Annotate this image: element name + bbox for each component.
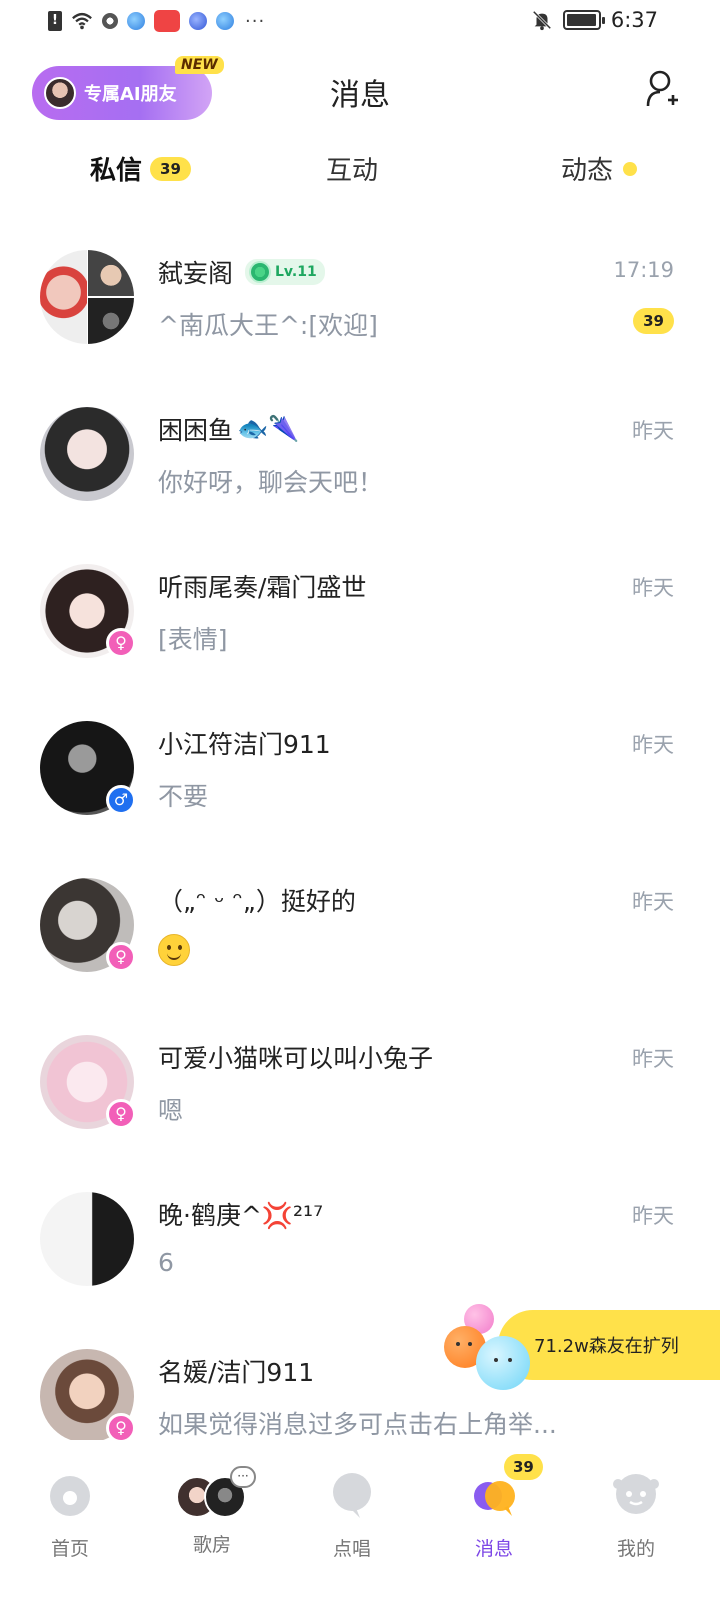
message-preview: ^南瓜大王^:[欢迎] (158, 311, 378, 340)
avatar (40, 1192, 134, 1286)
group-avatar (40, 250, 134, 344)
fish-umbrella-emoji: 🐟🌂 (237, 414, 300, 443)
nav-sing[interactable]: 点唱 (292, 1468, 412, 1561)
nav-label: 我的 (616, 1538, 655, 1560)
level-gem-icon (249, 261, 272, 283)
message-time: 昨天 (632, 890, 674, 914)
contact-name: （„ᵔ ᵕ ᵔ„）挺好的 (158, 887, 356, 916)
smile-emoji-icon (158, 934, 190, 966)
blob-eye (508, 1358, 512, 1362)
message-time: 17:19 (613, 258, 674, 282)
female-gender-icon: ♀ (106, 1099, 136, 1129)
message-preview: 嗯 (158, 1096, 184, 1125)
blob-eye (456, 1342, 460, 1346)
contact-name: 困困鱼 🐟🌂 (158, 411, 299, 447)
message-time: 昨天 (632, 419, 674, 443)
message-preview: 你好呀，聊会天吧！ (158, 468, 384, 497)
contact-name-text: 困困鱼 (158, 416, 234, 445)
nav-home[interactable]: 首页 (10, 1468, 130, 1561)
female-gender-icon: ♀ (106, 942, 136, 972)
messages-unread-badge: 39 (504, 1454, 543, 1480)
nav-me[interactable]: 我的 (576, 1468, 696, 1561)
battery-icon (562, 10, 605, 30)
tab-label: 动态 (561, 156, 614, 186)
header: 专属AI朋友 NEW 消息 (0, 56, 720, 126)
message-preview: [表情] (158, 625, 228, 654)
tab-label: 互动 (326, 156, 379, 186)
tab-interactions[interactable]: 互动 (326, 150, 378, 187)
contact-name: 弑妄阁 Lv.11 (158, 254, 325, 290)
message-preview: 如果觉得消息过多可点击右上角举... (158, 1410, 557, 1439)
message-time: 昨天 (632, 1047, 674, 1071)
nav-label: 首页 (50, 1538, 89, 1560)
status-icons-right: 6:37 (531, 8, 658, 32)
promo-text: 71.2w森友在扩列 (534, 1336, 679, 1357)
conversation-item[interactable]: 困困鱼 🐟🌂 你好呀，聊会天吧！ 昨天 (0, 397, 720, 553)
status-icons-left: ! ··· (48, 10, 265, 32)
contact-name: 听雨尾奏/霜门盛世 (158, 573, 367, 602)
new-activity-dot (623, 161, 638, 176)
song-room-avatars-icon: ··· (176, 1466, 256, 1520)
contact-name: 晚·鹤庚^💢²¹⁷ (158, 1201, 324, 1230)
nav-song-room[interactable]: ··· 歌房 (152, 1466, 272, 1557)
more-icon: ··· (230, 1466, 256, 1488)
female-gender-icon: ♀ (106, 628, 136, 658)
clock: 6:37 (610, 8, 658, 32)
contact-name: 可爱小猫咪可以叫小兔子 (158, 1044, 434, 1073)
page-title: 消息 (330, 78, 390, 113)
conversation-item[interactable]: ♀ 可爱小猫咪可以叫小兔子 嗯 昨天 (0, 1025, 720, 1181)
nav-label: 消息 (474, 1538, 513, 1560)
app-notification-icon (102, 13, 118, 29)
add-person-icon[interactable] (644, 68, 680, 112)
contact-name-text: 弑妄阁 (158, 259, 234, 288)
blue-blob-icon (476, 1336, 530, 1390)
contact-name: 名媛/洁门911 (158, 1358, 315, 1387)
tab-label: 私信 (85, 150, 147, 187)
nav-messages[interactable]: 39 消息 (434, 1454, 554, 1561)
message-preview (158, 934, 190, 972)
level-text: Lv.11 (275, 264, 317, 280)
blob-eye (494, 1358, 498, 1362)
bottom-nav: 首页 ··· 歌房 点唱 39 消息 我的 (0, 1440, 720, 1600)
message-preview: 6 (158, 1248, 174, 1277)
female-gender-icon: ♀ (106, 1413, 136, 1443)
message-preview: 不要 (158, 782, 209, 811)
message-time: 昨天 (632, 1204, 674, 1228)
unread-badge: 39 (633, 308, 674, 334)
message-time: 昨天 (632, 733, 674, 757)
nav-label: 歌房 (192, 1534, 231, 1556)
level-badge: Lv.11 (245, 259, 325, 285)
conversation-item[interactable]: ♀ 听雨尾奏/霜门盛世 [表情] 昨天 (0, 554, 720, 710)
red-app-icon (154, 10, 180, 32)
browser-icon (127, 12, 145, 30)
browser-icon-2 (216, 12, 234, 30)
friend-expansion-promo[interactable]: 71.2w森友在扩列 (440, 1300, 720, 1396)
more-notifications-icon: ··· (245, 10, 266, 32)
conversation-item[interactable]: ♂ 小江符洁门911 不要 昨天 (0, 711, 720, 867)
avatar (40, 407, 134, 501)
wifi-icon (72, 12, 92, 30)
tab-unread-badge: 39 (150, 156, 191, 181)
tab-moments[interactable]: 动态 (561, 150, 638, 187)
message-tabs: 私信 39 互动 动态 (0, 150, 720, 206)
sim-alert-icon: ! (48, 11, 62, 31)
profile-ghost-icon (613, 1474, 659, 1514)
music-icon (189, 12, 207, 30)
nav-label: 点唱 (332, 1538, 371, 1560)
conversation-item[interactable]: ♀ （„ᵔ ᵕ ᵔ„）挺好的 昨天 (0, 868, 720, 1024)
mute-bell-icon (532, 10, 552, 31)
conversation-item[interactable]: 弑妄阁 Lv.11 ^南瓜大王^:[欢迎] 17:19 39 (0, 240, 720, 396)
status-bar: ! ··· 6:37 (0, 0, 720, 46)
home-icon (50, 1476, 90, 1516)
male-gender-icon: ♂ (106, 785, 136, 815)
blob-eye (468, 1342, 472, 1346)
tab-private-messages[interactable]: 私信 39 (85, 150, 191, 187)
sing-bubble-icon (333, 1473, 371, 1518)
message-time: 昨天 (632, 576, 674, 600)
contact-name: 小江符洁门911 (158, 730, 331, 759)
